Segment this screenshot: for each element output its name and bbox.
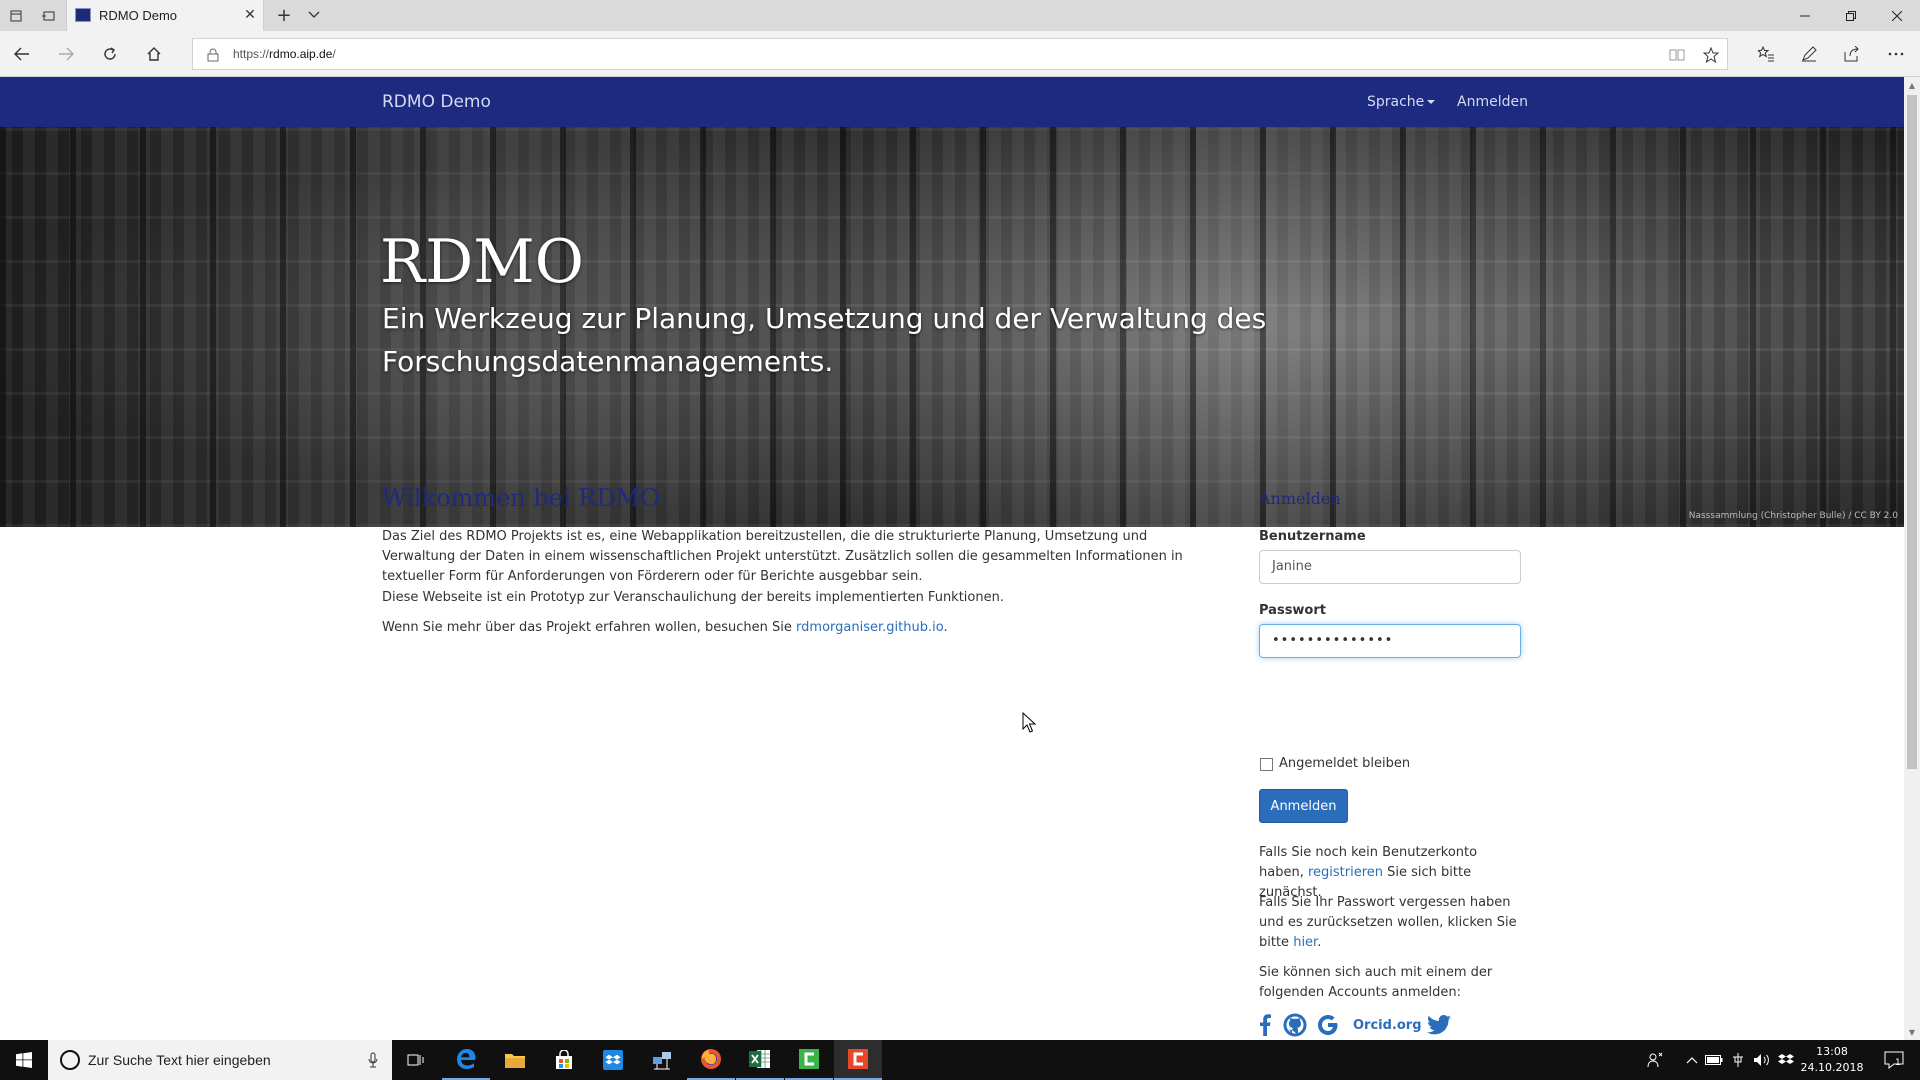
forward-icon[interactable]: [52, 40, 80, 68]
url-path: /: [332, 47, 336, 61]
network-tool-icon[interactable]: [638, 1040, 686, 1080]
username-label: Benutzername: [1259, 529, 1366, 544]
file-explorer-icon[interactable]: [491, 1040, 539, 1080]
welcome-heading: Wilkommen bei RDMO: [382, 484, 660, 512]
remember-me-checkbox[interactable]: [1260, 758, 1273, 771]
dropbox-tray-icon[interactable]: [1776, 1050, 1796, 1070]
clock-time: 13:08: [1816, 1045, 1848, 1058]
home-icon[interactable]: [140, 40, 168, 68]
register-link[interactable]: registrieren: [1308, 865, 1383, 880]
more-info-text: Wenn Sie mehr über das Projekt erfahren …: [382, 620, 797, 635]
reset-password-link[interactable]: hier: [1293, 935, 1317, 950]
url-scheme: https://: [233, 47, 270, 61]
site-brand[interactable]: RDMO Demo: [382, 92, 491, 112]
more-info-paragraph: Wenn Sie mehr über das Projekt erfahren …: [382, 618, 1222, 638]
refresh-icon[interactable]: [96, 40, 124, 68]
scroll-thumb[interactable]: [1907, 95, 1917, 769]
password-label: Passwort: [1259, 603, 1326, 618]
volume-icon[interactable]: [1752, 1050, 1772, 1070]
restore-icon[interactable]: [1828, 0, 1874, 31]
reset-paragraph: Falls Sie Ihr Passwort vergessen haben u…: [1259, 893, 1524, 953]
back-icon[interactable]: [8, 40, 36, 68]
windows-taskbar: Zur Suche Text hier eingeben 13:08 24.10…: [0, 1040, 1920, 1080]
hero-banner: RDMO Ein Werkzeug zur Planung, Umsetzung…: [0, 127, 1904, 527]
excel-icon[interactable]: [736, 1040, 784, 1080]
microphone-icon[interactable]: [366, 1050, 380, 1070]
set-aside-tabs-icon[interactable]: [2, 4, 30, 28]
mouse-cursor-icon: [1022, 712, 1036, 733]
login-submit-button[interactable]: Anmelden: [1259, 789, 1348, 823]
address-url: https://rdmo.aip.de/: [233, 47, 336, 61]
notification-count: 1: [1895, 1058, 1901, 1068]
taskbar-clock[interactable]: 13:08 24.10.2018: [1796, 1044, 1868, 1076]
favicon-icon: [75, 8, 91, 22]
scroll-up-icon[interactable]: ▲: [1904, 77, 1920, 93]
username-input[interactable]: Janine: [1259, 550, 1521, 584]
cortana-icon: [60, 1050, 80, 1070]
clock-date: 24.10.2018: [1800, 1061, 1864, 1074]
tab-title: RDMO Demo: [99, 8, 178, 23]
share-icon[interactable]: [1838, 40, 1866, 68]
social-intro-paragraph: Sie können sich auch mit einem der folge…: [1259, 965, 1493, 1000]
show-hidden-icons-chevron-icon[interactable]: [1682, 1050, 1702, 1070]
close-window-icon[interactable]: [1874, 0, 1920, 31]
url-host: rdmo.aip.de: [269, 47, 333, 61]
more-info-period: .: [943, 620, 948, 635]
remember-me-label[interactable]: Angemeldet bleiben: [1279, 756, 1410, 771]
lock-icon: [207, 47, 221, 62]
nav-login-link[interactable]: Anmelden: [1457, 94, 1528, 110]
intro-paragraph: Das Ziel des RDMO Projekts ist es, eine …: [382, 529, 1183, 584]
reset-text-after: .: [1317, 935, 1322, 950]
page-viewport: RDMO Demo Sprache Anmelden RDMO Ein Werk…: [0, 77, 1904, 1040]
github-icon[interactable]: [1283, 1013, 1309, 1037]
network-icon[interactable]: [1728, 1050, 1748, 1070]
password-input[interactable]: ••••••••••••••: [1259, 624, 1521, 658]
tab-rdmo-demo[interactable]: RDMO Demo ✕: [66, 0, 264, 31]
facebook-icon[interactable]: [1259, 1013, 1273, 1037]
battery-icon[interactable]: [1704, 1050, 1724, 1070]
tabs-aside-icon[interactable]: [34, 4, 62, 28]
login-heading: Anmelden: [1259, 489, 1341, 508]
image-credit: Nasssammlung (Christopher Bulle) / CC BY…: [1688, 511, 1898, 521]
scroll-down-icon[interactable]: ▼: [1904, 1024, 1920, 1040]
favorite-star-icon[interactable]: [1701, 45, 1721, 65]
orcid-login-link[interactable]: Orcid.org: [1353, 1018, 1422, 1033]
people-icon[interactable]: [1645, 1050, 1665, 1070]
firefox-icon[interactable]: [687, 1040, 735, 1080]
language-dropdown[interactable]: Sprache: [1367, 94, 1436, 110]
task-view-icon[interactable]: [392, 1040, 440, 1080]
tab-preview-chevron-icon[interactable]: [302, 3, 326, 27]
new-tab-icon[interactable]: +: [272, 3, 296, 27]
dropbox-icon[interactable]: [589, 1040, 637, 1080]
project-link[interactable]: rdmorganiser.github.io: [796, 620, 943, 635]
camtasia-green-icon[interactable]: [785, 1040, 833, 1080]
favorites-hub-icon[interactable]: [1752, 40, 1780, 68]
reading-view-icon[interactable]: [1667, 45, 1687, 65]
web-note-icon[interactable]: [1795, 40, 1823, 68]
browser-tab-bar: RDMO Demo ✕ +: [0, 0, 1920, 31]
caret-down-icon: [1427, 100, 1436, 104]
prototype-paragraph: Diese Webseite ist ein Prototyp zur Vera…: [382, 590, 1004, 605]
camtasia-recorder-icon[interactable]: [834, 1040, 882, 1080]
hero-subtitle: Ein Werkzeug zur Planung, Umsetzung und …: [382, 302, 1267, 378]
minimize-icon[interactable]: [1782, 0, 1828, 31]
edge-browser-icon[interactable]: [442, 1040, 490, 1080]
browser-toolbar: https://rdmo.aip.de/: [0, 31, 1920, 77]
language-label: Sprache: [1367, 94, 1425, 110]
taskbar-search-placeholder: Zur Suche Text hier eingeben: [88, 1052, 271, 1068]
site-navbar: RDMO Demo Sprache Anmelden: [0, 77, 1904, 127]
close-tab-icon[interactable]: ✕: [241, 6, 259, 24]
store-icon[interactable]: [540, 1040, 588, 1080]
page-scrollbar[interactable]: ▲ ▼: [1904, 77, 1920, 1040]
notification-center-icon[interactable]: 1: [1882, 1050, 1906, 1070]
more-options-icon[interactable]: [1882, 40, 1910, 68]
address-bar[interactable]: https://rdmo.aip.de/: [192, 38, 1728, 70]
windows-start-icon[interactable]: [0, 1040, 48, 1080]
twitter-icon[interactable]: [1427, 1013, 1453, 1037]
google-icon[interactable]: [1317, 1013, 1341, 1037]
taskbar-search-box[interactable]: Zur Suche Text hier eingeben: [48, 1040, 392, 1080]
hero-title: RDMO: [380, 227, 584, 297]
